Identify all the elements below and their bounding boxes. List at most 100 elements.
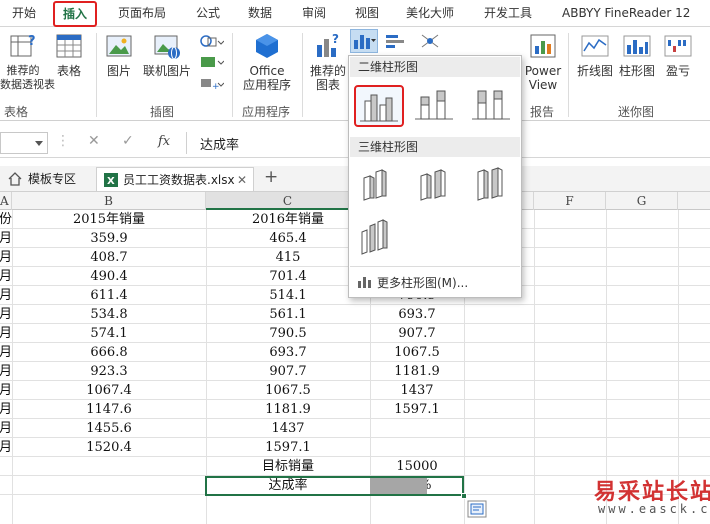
table-cell[interactable]: 八月: [0, 362, 12, 381]
table-cell[interactable]: 五月: [0, 305, 12, 324]
scatter-chart-icon[interactable]: [418, 31, 446, 51]
tab-home[interactable]: 开始: [12, 0, 36, 27]
table-cell[interactable]: 达成率: [206, 476, 370, 495]
table-cell[interactable]: 561.1: [206, 305, 370, 324]
column-header-b[interactable]: B: [12, 192, 206, 210]
recommended-charts-button[interactable]: ? 推荐的 图表: [306, 31, 350, 92]
table-cell[interactable]: 923.3: [12, 362, 206, 381]
table-cell[interactable]: [12, 457, 206, 476]
stacked-column-option[interactable]: [411, 85, 461, 127]
percent-stacked-column-option[interactable]: [468, 85, 518, 127]
table-cell[interactable]: 六月: [0, 324, 12, 343]
quick-analysis-icon[interactable]: [467, 500, 487, 518]
more-column-charts-option[interactable]: 更多柱形图(M)...: [357, 274, 468, 291]
table-cell[interactable]: 一月: [0, 229, 12, 248]
table-cell[interactable]: 目标销量: [206, 457, 370, 476]
sparkline-column-button[interactable]: 柱形图: [616, 31, 658, 78]
tab-beautify-master[interactable]: 美化大师: [406, 0, 454, 27]
table-cell[interactable]: [370, 438, 464, 457]
table-cell[interactable]: [0, 476, 12, 495]
column-header-g[interactable]: G: [606, 192, 678, 210]
tab-formulas[interactable]: 公式: [196, 0, 220, 27]
tab-view[interactable]: 视图: [355, 0, 379, 27]
recommended-pivot-button[interactable]: ? 推荐的 数据透视表: [0, 31, 55, 92]
3d-percent-stacked-column-option[interactable]: [468, 164, 518, 206]
table-cell[interactable]: 三月: [0, 267, 12, 286]
bar-chart-icon[interactable]: [384, 33, 412, 51]
table-cell[interactable]: 1597.1: [370, 400, 464, 419]
close-icon[interactable]: ✕: [237, 168, 247, 192]
insert-function-icon[interactable]: fx: [158, 134, 170, 149]
table-cell[interactable]: 693.7: [206, 343, 370, 362]
tab-data[interactable]: 数据: [248, 0, 272, 27]
office-apps-button[interactable]: Office 应用程序: [236, 31, 298, 92]
table-cell[interactable]: 1520.4: [12, 438, 206, 457]
table-cell[interactable]: 514.1: [206, 286, 370, 305]
table-cell[interactable]: 611.4: [12, 286, 206, 305]
table-cell[interactable]: 907.7: [206, 362, 370, 381]
column-chart-dropdown-button[interactable]: [350, 29, 378, 53]
table-cell[interactable]: 693.7: [370, 305, 464, 324]
table-cell[interactable]: 二月: [0, 248, 12, 267]
tab-abbyy-finereader[interactable]: ABBYY FineReader 12: [562, 0, 690, 27]
table-cell[interactable]: 408.7: [12, 248, 206, 267]
tab-page-layout[interactable]: 页面布局: [118, 0, 166, 27]
table-cell[interactable]: [12, 476, 206, 495]
table-cell[interactable]: 十一月: [0, 419, 12, 438]
table-cell[interactable]: 1455.6: [12, 419, 206, 438]
clustered-column-option[interactable]: [354, 85, 404, 127]
table-cell[interactable]: 1181.9: [370, 362, 464, 381]
online-picture-button[interactable]: 联机图片: [140, 31, 194, 78]
table-cell[interactable]: 415: [206, 248, 370, 267]
table-cell[interactable]: 九月: [0, 381, 12, 400]
column-header-f[interactable]: F: [534, 192, 606, 210]
table-cell[interactable]: 2016年销量: [206, 210, 370, 229]
tab-insert[interactable]: 插入: [53, 1, 98, 27]
table-cell[interactable]: [370, 419, 464, 438]
table-cell[interactable]: 1597.1: [206, 438, 370, 457]
table-cell[interactable]: 574.1: [12, 324, 206, 343]
3d-column-option[interactable]: [354, 216, 404, 258]
picture-button[interactable]: 图片: [102, 31, 136, 78]
table-cell[interactable]: 1147.6: [12, 400, 206, 419]
cancel-icon[interactable]: ✕: [88, 133, 100, 149]
enter-icon[interactable]: ✓: [122, 133, 134, 149]
table-cell[interactable]: [0, 457, 12, 476]
table-cell[interactable]: 359.9: [12, 229, 206, 248]
table-cell[interactable]: 1份: [0, 210, 12, 229]
fill-handle[interactable]: [461, 493, 467, 499]
sparkline-winloss-button[interactable]: 盈亏: [660, 31, 696, 78]
table-cell[interactable]: 1067.5: [206, 381, 370, 400]
3d-clustered-column-option[interactable]: [354, 164, 404, 206]
table-cell[interactable]: 1181.9: [206, 400, 370, 419]
table-cell[interactable]: 七月: [0, 343, 12, 362]
name-box[interactable]: [0, 132, 48, 154]
table-cell[interactable]: 四月: [0, 286, 12, 305]
file-tab[interactable]: X 员工工资数据表.xlsx ✕: [96, 167, 254, 191]
table-cell[interactable]: 534.8: [12, 305, 206, 324]
tab-review[interactable]: 审阅: [302, 0, 326, 27]
tab-developer[interactable]: 开发工具: [484, 0, 532, 27]
column-header-c[interactable]: C: [206, 192, 370, 210]
table-cell[interactable]: 465.4: [206, 229, 370, 248]
table-cell[interactable]: 2015年销量: [12, 210, 206, 229]
table-cell[interactable]: 666.8: [12, 343, 206, 362]
table-cell[interactable]: 1067.5: [370, 343, 464, 362]
template-zone-tab[interactable]: 模板专区: [2, 167, 92, 191]
power-view-button[interactable]: Power View: [522, 31, 564, 92]
column-header-a[interactable]: A: [0, 192, 12, 210]
formula-input[interactable]: 达成率: [200, 134, 239, 153]
table-cell[interactable]: 15000: [370, 457, 464, 476]
table-cell[interactable]: 1067.4: [12, 381, 206, 400]
table-cell[interactable]: 490.4: [12, 267, 206, 286]
sparkline-line-button[interactable]: 折线图: [574, 31, 616, 78]
table-cell[interactable]: 790.5: [206, 324, 370, 343]
table-cell[interactable]: 1437: [206, 419, 370, 438]
shapes-icons[interactable]: +: [198, 33, 224, 97]
table-cell[interactable]: 十月: [0, 400, 12, 419]
table-cell[interactable]: 701.4: [206, 267, 370, 286]
3d-stacked-column-option[interactable]: [411, 164, 461, 206]
table-cell[interactable]: 十二月: [0, 438, 12, 457]
table-button[interactable]: 表格: [52, 31, 86, 78]
table-cell[interactable]: 907.7: [370, 324, 464, 343]
